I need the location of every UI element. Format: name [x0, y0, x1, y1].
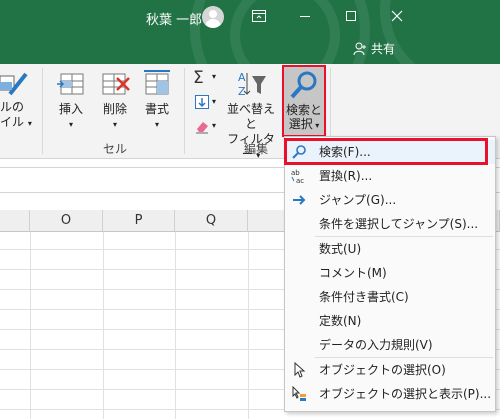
close-icon[interactable] [374, 0, 420, 32]
cell-styles-icon [0, 68, 32, 100]
format-cells-icon [141, 68, 173, 100]
menu-item-label: コメント(M) [319, 266, 387, 280]
column-header-partial[interactable] [0, 210, 30, 232]
fill-icon[interactable] [194, 94, 210, 110]
find-select-label-1: 検索と [285, 103, 322, 117]
column-header-q[interactable]: Q [175, 210, 248, 232]
group-divider [184, 68, 185, 154]
menu-item-comments[interactable]: コメント(M) [285, 261, 495, 285]
person-icon [353, 42, 366, 55]
cell-styles-label-top: ルの [0, 100, 25, 114]
clear-dropdown-icon[interactable]: ▾ [212, 121, 216, 130]
group-divider [42, 68, 43, 154]
avatar-icon[interactable] [202, 6, 224, 28]
fill-dropdown-icon[interactable]: ▾ [212, 97, 216, 106]
search-icon [288, 69, 320, 101]
menu-item-label: 置換(R)... [319, 169, 373, 183]
menu-item-selection-pane[interactable]: オブジェクトの選択と表示(P)... [285, 382, 495, 406]
grid-line [248, 232, 249, 419]
grid-line [175, 232, 176, 419]
menu-item-select-objects[interactable]: オブジェクトの選択(O) [285, 358, 495, 382]
svg-text:ab: ab [291, 169, 300, 177]
pointer-icon [291, 361, 307, 378]
sort-filter-label-1: 並べ替えと [226, 102, 275, 131]
column-header-p[interactable]: P [103, 210, 175, 232]
menu-item-label: 条件を選択してジャンプ(S)... [319, 217, 479, 231]
replace-icon: ab ac [291, 168, 307, 185]
menu-item-label: オブジェクトの選択(O) [319, 363, 446, 377]
ribbon-display-icon[interactable] [236, 0, 282, 32]
insert-button[interactable]: 挿入 ▾ [52, 68, 90, 132]
menu-item-label: ジャンプ(G)... [319, 193, 397, 207]
menu-item-goto[interactable]: ジャンプ(G)... [285, 188, 495, 212]
editing-group-label: 編集 [244, 142, 269, 156]
menu-item-constants[interactable]: 定数(N) [285, 309, 495, 333]
menu-item-goto-special[interactable]: 条件を選択してジャンプ(S)... [285, 212, 495, 236]
menu-item-label: 定数(N) [319, 314, 362, 328]
delete-button[interactable]: 削除 ▾ [96, 68, 134, 132]
share-button[interactable]: 共有 [353, 40, 395, 57]
menu-item-replace[interactable]: ab ac 置換(R)... [285, 164, 495, 188]
grid-line [103, 232, 104, 419]
menu-item-label: オブジェクトの選択と表示(P)... [319, 387, 492, 401]
svg-text:ac: ac [296, 177, 304, 184]
svg-text:A: A [238, 71, 246, 84]
arrow-right-icon [291, 192, 307, 208]
selection-pane-icon [291, 385, 307, 402]
delete-label: 削除 [102, 102, 127, 116]
highlight-box [284, 138, 488, 165]
insert-cells-icon [55, 68, 87, 100]
autosum-icon[interactable]: Σ [193, 70, 209, 87]
column-header-o[interactable]: O [30, 210, 103, 232]
share-label: 共有 [371, 42, 396, 56]
menu-item-label: 数式(U) [319, 242, 362, 256]
autosum-dropdown-icon[interactable]: ▾ [212, 72, 216, 81]
cell-styles-label-bottom: イル [0, 115, 25, 129]
find-select-button[interactable]: 検索と 選択 ▾ [282, 65, 326, 137]
maximize-icon[interactable] [328, 0, 374, 32]
cells-group-label: セル [103, 142, 128, 156]
insert-label: 挿入 [58, 102, 83, 116]
menu-item-label: データの入力規則(V) [319, 338, 433, 352]
clear-eraser-icon[interactable] [194, 118, 210, 134]
find-select-label-2: 選択 [288, 117, 313, 131]
menu-item-data-validation[interactable]: データの入力規則(V) [285, 333, 495, 357]
format-label: 書式 [144, 102, 169, 116]
grid-line [30, 232, 31, 419]
menu-item-label: 条件付き書式(C) [319, 290, 409, 304]
format-button[interactable]: 書式 ▾ [138, 68, 176, 132]
cell-styles-button[interactable]: ルの イル ▾ [0, 68, 40, 131]
title-bar: 秋葉 一郎 共有 [0, 0, 500, 64]
sort-filter-icon: AZ [235, 68, 267, 100]
find-select-menu: 検索(F)... ab ac 置換(R)... ジャンプ(G)... 条件を選択し… [284, 136, 496, 412]
minimize-icon[interactable] [282, 0, 328, 32]
delete-cells-icon [99, 68, 131, 100]
user-name[interactable]: 秋葉 一郎 [146, 9, 202, 28]
menu-item-conditional-formatting[interactable]: 条件付き書式(C) [285, 285, 495, 309]
menu-item-formulas[interactable]: 数式(U) [285, 237, 495, 261]
